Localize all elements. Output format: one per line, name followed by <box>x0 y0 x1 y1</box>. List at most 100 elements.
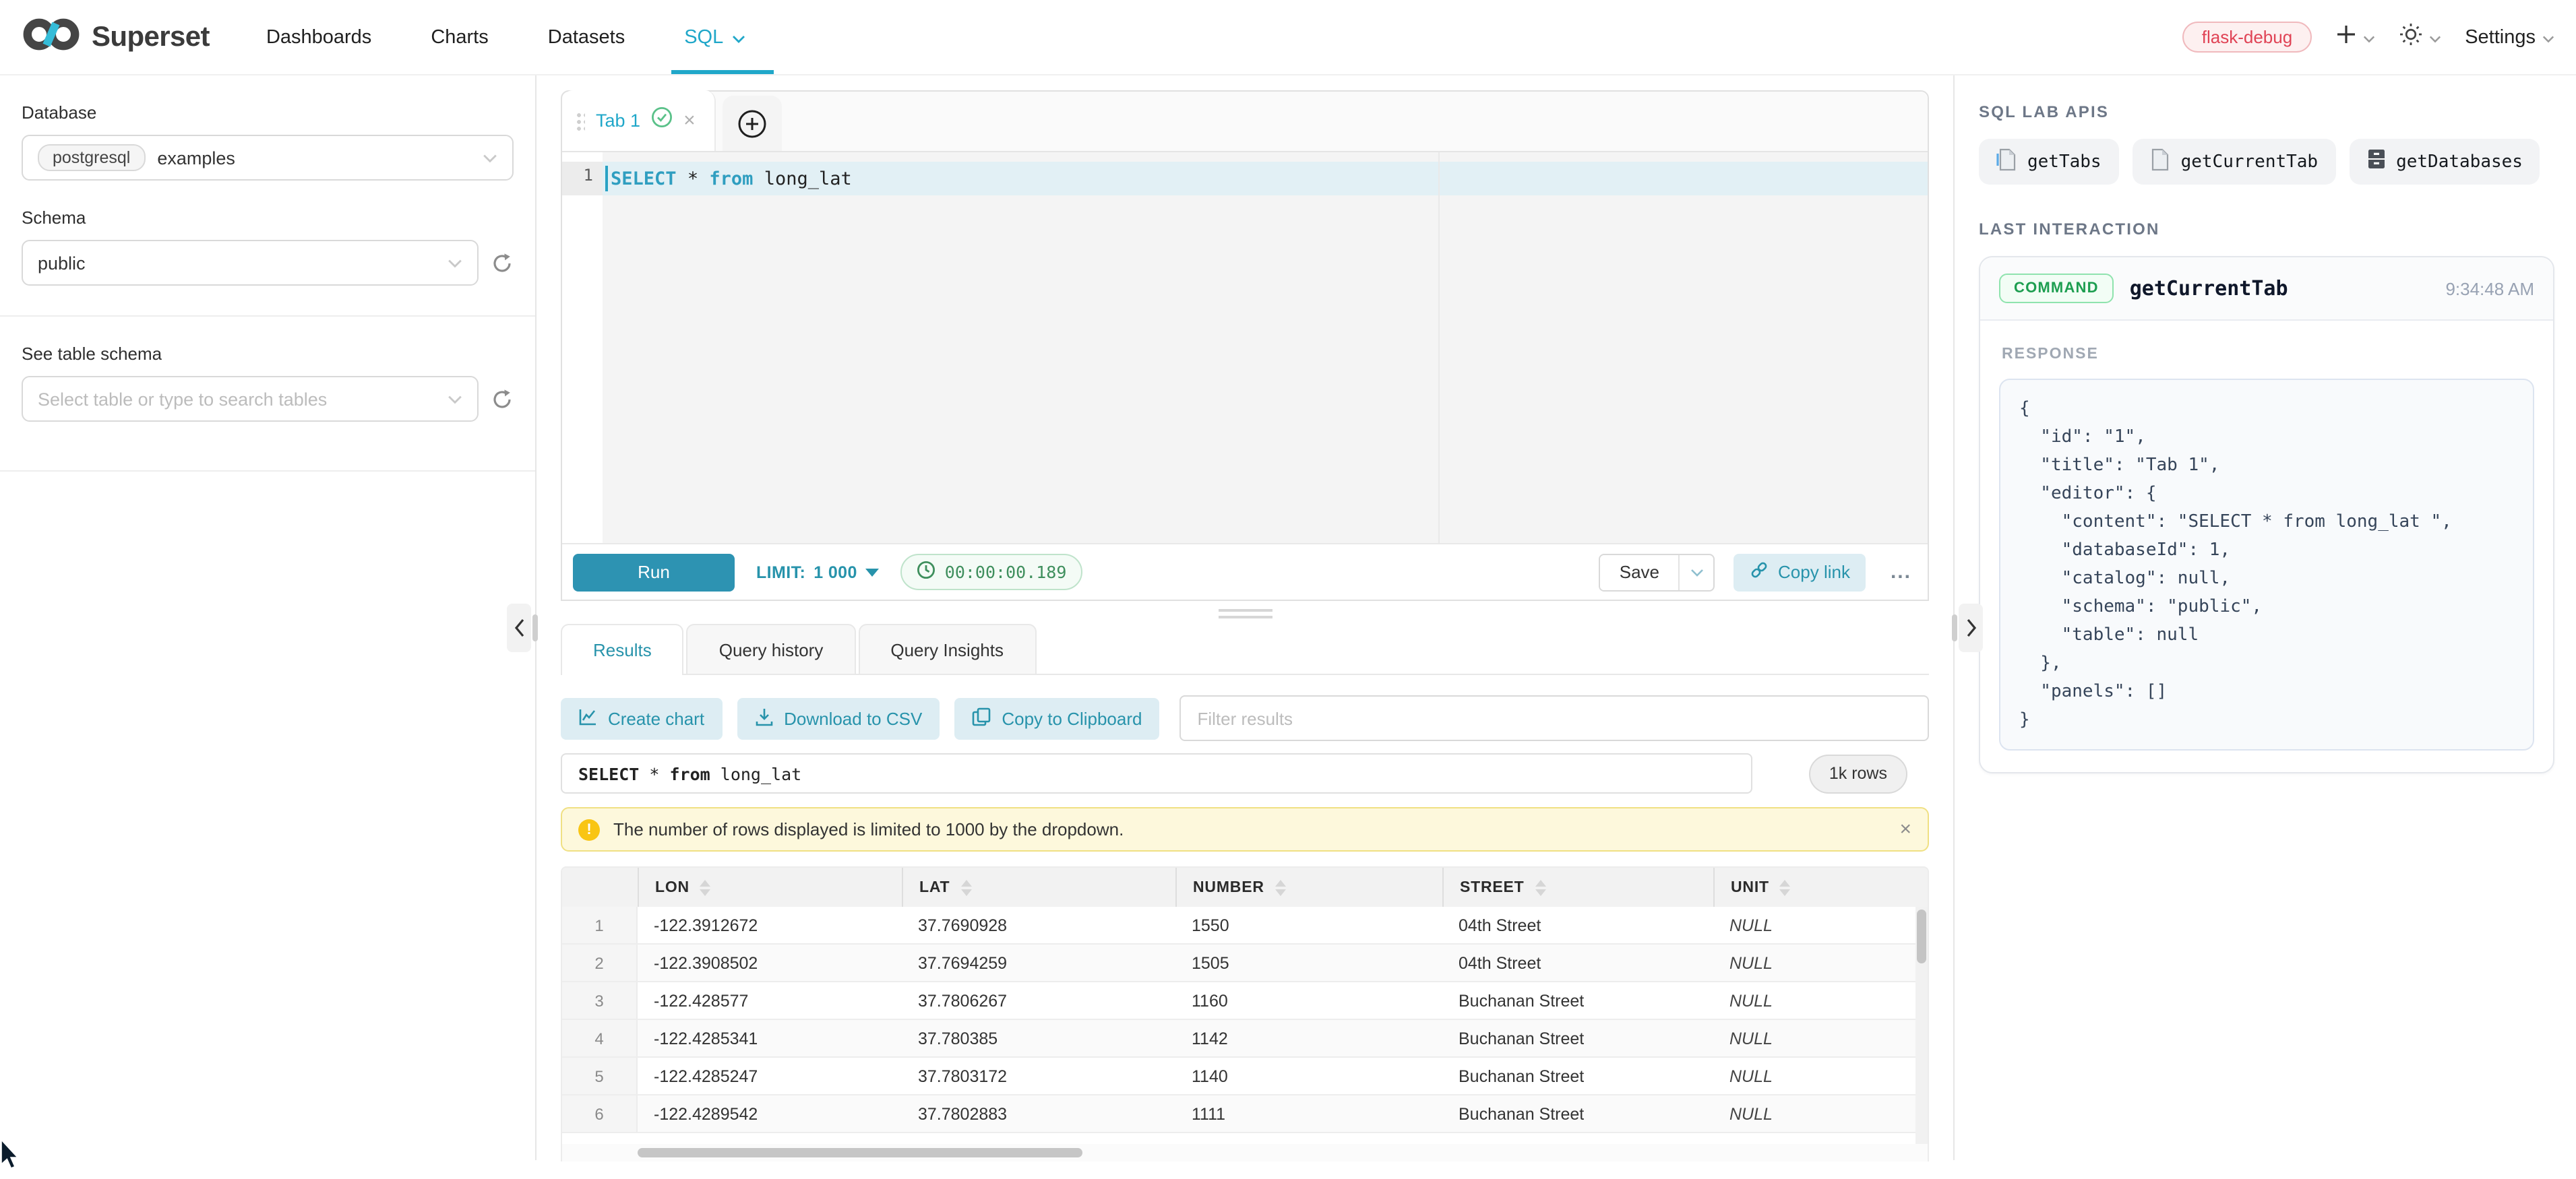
database-label: Database <box>22 102 514 123</box>
chevron-down-icon <box>448 387 462 411</box>
nav-sql[interactable]: SQL <box>684 0 745 74</box>
pane-resize-handle[interactable] <box>561 601 1929 625</box>
table-row[interactable]: 6 -122.4289542 37.7802883 1111 Buchanan … <box>562 1095 1928 1133</box>
close-icon[interactable]: × <box>1899 818 1911 841</box>
editor-code-area[interactable]: SELECT * from long_lat <box>603 152 1928 543</box>
scrollbar-thumb[interactable] <box>638 1148 1082 1157</box>
scrollbar-thumb[interactable] <box>1917 910 1926 963</box>
get-databases-button[interactable]: getDatabases <box>2349 139 2540 185</box>
caret-down-icon <box>865 568 879 576</box>
table-row[interactable]: 3 -122.428577 37.7806267 1160 Buchanan S… <box>562 982 1928 1020</box>
get-current-tab-button[interactable]: getCurrentTab <box>2133 139 2336 185</box>
sort-icon[interactable] <box>1275 879 1286 895</box>
copy-icon <box>972 707 991 730</box>
tab-results[interactable]: Results <box>561 624 684 674</box>
sort-icon[interactable] <box>700 879 711 895</box>
collapse-panel-button[interactable] <box>1959 604 1983 652</box>
nav-charts[interactable]: Charts <box>431 0 488 74</box>
limit-label: LIMIT: <box>756 563 805 581</box>
partial-row <box>562 1133 1928 1144</box>
plus-icon <box>2335 24 2356 50</box>
table-row[interactable]: 4 -122.4285341 37.780385 1142 Buchanan S… <box>562 1020 1928 1058</box>
interaction-card-header: COMMAND getCurrentTab 9:34:48 AM <box>1980 257 2553 321</box>
sqllab-main: Tab 1 × <box>536 75 1953 1160</box>
chevron-down-icon <box>731 26 745 48</box>
column-header[interactable]: LON <box>638 868 902 907</box>
sort-icon[interactable] <box>960 879 971 895</box>
column-header[interactable]: LAT <box>902 868 1175 907</box>
clock-icon <box>917 561 936 583</box>
nav-dashboards[interactable]: Dashboards <box>266 0 371 74</box>
text-cursor <box>605 166 608 191</box>
chevron-down-icon <box>2542 26 2554 48</box>
sun-icon <box>2399 23 2422 51</box>
sql-lab-api-panel: SQL LAB APIS getTabs <box>1953 75 2576 1160</box>
download-csv-button[interactable]: Download to CSV <box>737 697 940 739</box>
save-button[interactable]: Save <box>1601 554 1678 590</box>
table-row[interactable]: 5 -122.4285247 37.7803172 1140 Buchanan … <box>562 1058 1928 1095</box>
database-select[interactable]: postgresql examples <box>22 135 514 181</box>
query-timer: 00:00:00.189 <box>900 554 1083 590</box>
command-badge: COMMAND <box>1999 274 2114 303</box>
sql-keyword: from <box>670 763 710 784</box>
database-type-chip: postgresql <box>38 144 145 171</box>
brand[interactable]: Superset <box>22 15 210 59</box>
column-header[interactable]: STREET <box>1442 868 1713 907</box>
nav-datasets[interactable]: Datasets <box>548 0 625 74</box>
panel-resize-grip[interactable] <box>532 614 538 641</box>
horizontal-scrollbar[interactable] <box>562 1144 1928 1161</box>
print-margin-line <box>1438 152 1440 543</box>
schema-value: public <box>38 253 86 273</box>
last-interaction-card: COMMAND getCurrentTab 9:34:48 AM RESPONS… <box>1979 256 2554 773</box>
last-interaction-title: LAST INTERACTION <box>1979 220 2554 238</box>
run-button[interactable]: Run <box>573 553 735 591</box>
new-item-button[interactable] <box>2335 24 2374 50</box>
sort-icon[interactable] <box>1780 879 1791 895</box>
editor-tab-strip: Tab 1 × <box>562 92 1928 152</box>
copy-link-button[interactable]: Copy link <box>1734 553 1866 591</box>
navbar-right: flask-debug <box>2183 22 2554 53</box>
get-tabs-label: getTabs <box>2027 152 2102 172</box>
get-tabs-button[interactable]: getTabs <box>1979 139 2119 185</box>
tab-query-insights[interactable]: Query Insights <box>858 624 1036 674</box>
theme-toggle[interactable] <box>2399 23 2441 51</box>
chevron-down-icon <box>448 251 462 275</box>
response-code-box: { "id": "1", "title": "Tab 1", "editor":… <box>1999 379 2534 751</box>
vertical-scrollbar[interactable] <box>1915 907 1928 1144</box>
create-chart-button[interactable]: Create chart <box>561 697 722 739</box>
query-editor-card: Tab 1 × <box>561 90 1929 601</box>
panel-resize-grip[interactable] <box>1952 614 1957 641</box>
more-options-button[interactable]: ... <box>1885 561 1917 583</box>
save-dropdown-caret[interactable] <box>1678 554 1713 590</box>
filter-results-input[interactable] <box>1179 695 1929 741</box>
sort-icon[interactable] <box>1535 879 1546 895</box>
refresh-schema-icon[interactable] <box>491 251 514 274</box>
tab-query-history[interactable]: Query history <box>687 624 856 674</box>
column-header[interactable]: NUMBER <box>1175 868 1442 907</box>
sql-table-name: long_lat <box>764 168 852 189</box>
environment-badge: flask-debug <box>2183 22 2311 53</box>
editor-tab[interactable]: Tab 1 × <box>562 90 716 151</box>
cabinet-icon <box>2366 148 2385 175</box>
table-select[interactable]: Select table or type to search tables <box>22 376 479 422</box>
sql-star: * <box>687 168 698 189</box>
sql-editor[interactable]: 1 SELECT * from long_lat <box>562 152 1928 543</box>
collapse-sidebar-button[interactable] <box>507 604 531 652</box>
refresh-tables-icon[interactable] <box>491 387 514 410</box>
column-header[interactable]: UNIT <box>1713 868 1928 907</box>
copy-clipboard-button[interactable]: Copy to Clipboard <box>954 697 1159 739</box>
limit-dropdown[interactable]: LIMIT: 1 000 <box>756 563 879 581</box>
table-row[interactable]: 2 -122.3908502 37.7694259 1505 04th Stre… <box>562 945 1928 982</box>
new-tab-button[interactable] <box>723 96 782 151</box>
results-tab-bar: Results Query history Query Insights <box>561 625 1929 675</box>
close-icon[interactable]: × <box>683 110 696 131</box>
drag-handle-icon[interactable] <box>576 111 585 130</box>
save-split-button: Save <box>1599 553 1715 591</box>
settings-menu[interactable]: Settings <box>2465 26 2554 48</box>
schema-select[interactable]: public <box>22 240 479 286</box>
table-row[interactable]: 1 -122.3912672 37.7690928 1550 04th Stre… <box>562 907 1928 945</box>
table-header: LON LAT NUMBER STREET <box>562 868 1928 907</box>
warning-banner: ! The number of rows displayed is limite… <box>561 807 1929 852</box>
row-count-badge: 1k rows <box>1809 754 1907 793</box>
active-nav-underline <box>671 70 773 74</box>
